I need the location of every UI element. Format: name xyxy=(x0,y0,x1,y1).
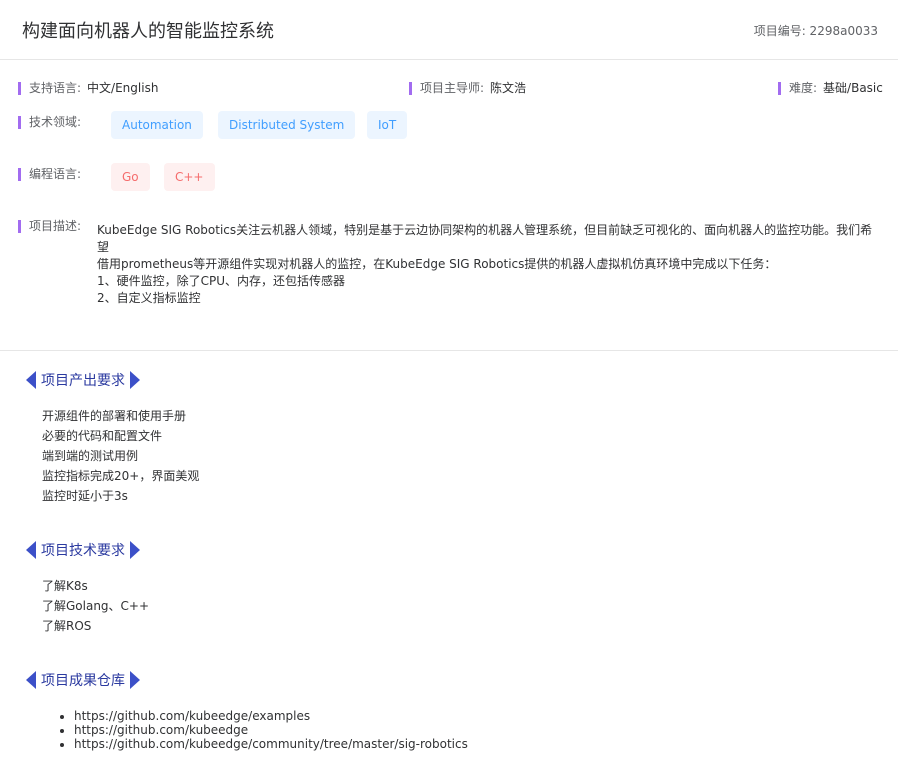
triangle-right-icon xyxy=(130,371,140,389)
repo-section-header: 项目成果仓库 xyxy=(26,671,140,689)
output-section-header: 项目产出要求 xyxy=(26,371,140,389)
list-item: 开源组件的部署和使用手册 xyxy=(42,409,187,423)
tech-field-label: 技术领域: xyxy=(18,116,81,129)
triangle-left-icon xyxy=(26,541,36,559)
tech-section-title: 项目技术要求 xyxy=(41,543,125,559)
project-number: 项目编号: 2298a0033 xyxy=(753,24,878,38)
language-field: 支持语言: 中文/English xyxy=(18,82,158,95)
tech-requirements-list: 了解K8s 了解Golang、C++ 了解ROS xyxy=(42,576,149,636)
triangle-left-icon xyxy=(26,371,36,389)
difficulty-value: 基础/Basic xyxy=(823,81,883,95)
description-line: 1、硬件监控，除了CPU、内存，还包括传感器 xyxy=(97,274,346,288)
prog-lang-label: 编程语言: xyxy=(18,168,81,181)
description-line: 2、自定义指标监控 xyxy=(97,291,201,305)
project-info: 支持语言: 中文/English 项目主导师: 陈文浩 难度: 基础/Basic 技术… xyxy=(0,60,898,351)
list-item: 了解Golang、C++ xyxy=(42,599,150,613)
mentor-label: 项目主导师: xyxy=(420,81,485,95)
triangle-right-icon xyxy=(130,671,140,689)
list-item: 监控指标完成20+，界面美观 xyxy=(42,469,200,483)
language-label: 支持语言: xyxy=(29,81,82,95)
difficulty-field: 难度: 基础/Basic xyxy=(778,82,883,95)
description-line: 借用prometheus等开源组件实现对机器人的监控，在KubeEdge SIG… xyxy=(97,257,777,271)
list-item: 了解K8s xyxy=(42,579,88,593)
description-line: KubeEdge SIG Robotics关注云机器人领域，特别是基于云边协同架… xyxy=(97,223,873,254)
list-item: 端到端的测试用例 xyxy=(42,449,139,463)
language-value: 中文/English xyxy=(87,81,159,95)
mentor-value: 陈文浩 xyxy=(490,81,527,95)
list-item: 监控时延小于3s xyxy=(42,489,128,503)
tech-tag: Distributed System xyxy=(218,111,356,139)
output-requirements-list: 开源组件的部署和使用手册 必要的代码和配置文件 端到端的测试用例 监控指标完成2… xyxy=(42,406,199,506)
page-header: 构建面向机器人的智能监控系统 项目编号: 2298a0033 xyxy=(0,0,898,60)
repo-links-list: https://github.com/kubeedge/examples htt… xyxy=(54,709,468,751)
triangle-left-icon xyxy=(26,671,36,689)
mentor-field: 项目主导师: 陈文浩 xyxy=(409,82,526,95)
prog-lang-tag: Go xyxy=(111,163,150,191)
prog-lang-tag: C++ xyxy=(164,163,215,191)
project-title: 构建面向机器人的智能监控系统 xyxy=(22,21,274,42)
repo-link[interactable]: https://github.com/kubeedge xyxy=(74,723,468,737)
repo-link[interactable]: https://github.com/kubeedge/examples xyxy=(74,709,468,723)
output-section-title: 项目产出要求 xyxy=(41,373,125,389)
tech-tag: IoT xyxy=(367,111,408,139)
list-item: 了解ROS xyxy=(42,619,92,633)
triangle-right-icon xyxy=(130,541,140,559)
tech-section-header: 项目技术要求 xyxy=(26,541,140,559)
project-description: KubeEdge SIG Robotics关注云机器人领域，特别是基于云边协同架… xyxy=(97,222,877,307)
repo-section-title: 项目成果仓库 xyxy=(41,673,125,689)
repo-link[interactable]: https://github.com/kubeedge/community/tr… xyxy=(74,737,468,751)
description-label: 项目描述: xyxy=(18,220,81,233)
list-item: 必要的代码和配置文件 xyxy=(42,429,163,443)
difficulty-label: 难度: xyxy=(789,81,818,95)
tech-tag: Automation xyxy=(111,111,203,139)
